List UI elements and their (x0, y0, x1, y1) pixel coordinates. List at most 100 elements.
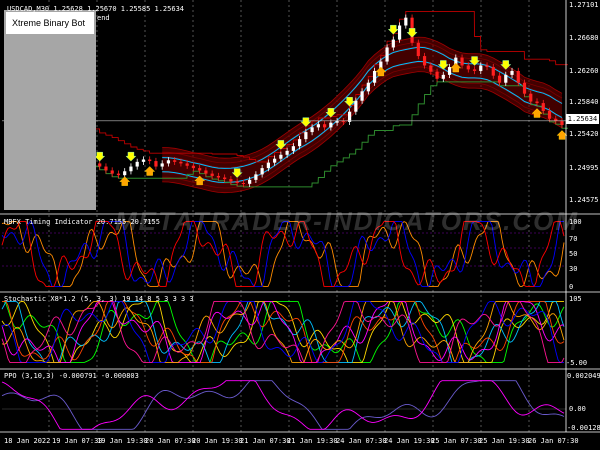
candle-body (116, 173, 121, 176)
candle-body (173, 160, 177, 162)
y-tick-label: 1.25840 (569, 98, 599, 106)
mbfx-tick: 30 (569, 265, 578, 273)
price-channel-fill (162, 37, 562, 193)
candle-body (98, 163, 102, 167)
x-tick-label: 21 Jan 07:30 (240, 437, 291, 445)
overlay-hidden-text: end (97, 14, 110, 22)
candle-body (166, 160, 171, 164)
candle-body (435, 71, 439, 79)
stochastic-line (1, 300, 565, 364)
stochastic-line (1, 300, 564, 364)
up-arrow-icon (556, 130, 568, 140)
stochastic-line (2, 300, 565, 364)
candle-body (341, 121, 345, 123)
candle-body (385, 47, 389, 62)
ppo-tick: 0.002049 (567, 372, 600, 380)
candle-body (148, 159, 152, 162)
ppo-line (1, 380, 565, 430)
candle-body (472, 69, 477, 71)
candle-body (104, 166, 108, 171)
stochastic-line (1, 300, 565, 364)
candle-body (329, 122, 333, 128)
stochastic-panel (1, 300, 565, 364)
mbfx-tick: 70 (569, 235, 578, 243)
candle-body (535, 101, 539, 104)
y-tick-label: 1.26260 (569, 67, 599, 75)
x-tick-label: 18 Jan 2022 (4, 437, 51, 445)
candle-body (347, 111, 352, 122)
y-tick-label: 1.24575 (569, 196, 599, 204)
candle-body (354, 100, 358, 112)
mbfx-line (1, 221, 565, 287)
candle-body (216, 175, 221, 178)
candle-body (160, 163, 164, 167)
stochastic-line (1, 300, 564, 364)
candle-body (254, 174, 258, 180)
candle-body (335, 121, 339, 123)
candle-body (235, 181, 239, 184)
down-arrow-icon (94, 151, 106, 162)
candle-body (141, 159, 146, 162)
mbfx-tick: 50 (569, 250, 578, 258)
xtreme-binary-bot-button[interactable]: Xtreme Binary Bot (6, 12, 94, 34)
down-arrow-icon (125, 151, 137, 162)
candle-body (422, 56, 427, 66)
candle-body (154, 161, 158, 167)
ppo-tick: 0.00 (569, 405, 586, 413)
last-price-box: 1.25634 (566, 114, 599, 124)
candle-body (466, 65, 470, 70)
mbfx-line (1, 221, 564, 287)
x-tick-label: 25 Jan 19:30 (479, 437, 530, 445)
y-tick-label: 1.27101 (569, 1, 599, 9)
stochastic-line (1, 300, 565, 364)
candle-body (260, 168, 264, 175)
candle-body (204, 170, 208, 174)
candle-body (497, 75, 502, 83)
candle-body (479, 65, 483, 71)
stochastic-panel-title: Stochastic X8*1.2 (5, 3, 3) 19 14 8 5 3 … (4, 295, 194, 303)
x-tick-label: 21 Jan 19:30 (287, 437, 338, 445)
candle-body (516, 70, 520, 83)
x-tick-label: 19 Jan 07:30 (52, 437, 103, 445)
candle-body (191, 165, 196, 169)
candle-body (198, 168, 202, 171)
candle-body (485, 65, 489, 68)
down-arrow-icon (406, 28, 418, 38)
candle-body (522, 82, 527, 94)
candle-body (366, 82, 370, 92)
candle-body (441, 74, 445, 79)
up-arrow-icon (144, 166, 156, 176)
candle-body (241, 183, 245, 185)
candle-body (560, 121, 564, 126)
candle-body (110, 170, 114, 174)
mbfx-panel (1, 221, 566, 287)
price-panel-title: USDCAD,M30 1.25628 1.25670 1.25585 1.256… (7, 5, 185, 13)
y-tick-label: 1.26680 (569, 34, 599, 42)
candle-body (285, 150, 289, 155)
candle-body (510, 70, 514, 75)
candle-body (179, 161, 183, 164)
candle-body (310, 127, 314, 133)
x-tick-label: 20 Jan 07:30 (145, 437, 196, 445)
y-tick-label: 1.24995 (569, 164, 599, 172)
stoch-tick: -5.00 (566, 359, 588, 367)
candle-body (210, 173, 214, 176)
candle-body (541, 103, 545, 111)
mbfx-tick: 0 (569, 283, 574, 291)
candle-body (460, 57, 464, 66)
candle-body (372, 70, 377, 83)
candle-body (279, 154, 283, 159)
candle-body (416, 42, 420, 57)
candle-body (429, 65, 433, 72)
x-tick-label: 24 Jan 07:30 (336, 437, 387, 445)
overlay-panel (4, 10, 96, 210)
stoch-tick: 105 (569, 295, 582, 303)
candle-body (223, 177, 227, 180)
candle-body (129, 166, 133, 172)
candle-body (298, 139, 302, 147)
x-tick-label: 24 Jan 19:30 (384, 437, 435, 445)
mbfx-tick: 100 (569, 218, 582, 226)
ppo-tick: -0.001282 (567, 424, 600, 432)
stochastic-line (2, 300, 565, 364)
x-tick-label: 25 Jan 07:30 (431, 437, 482, 445)
